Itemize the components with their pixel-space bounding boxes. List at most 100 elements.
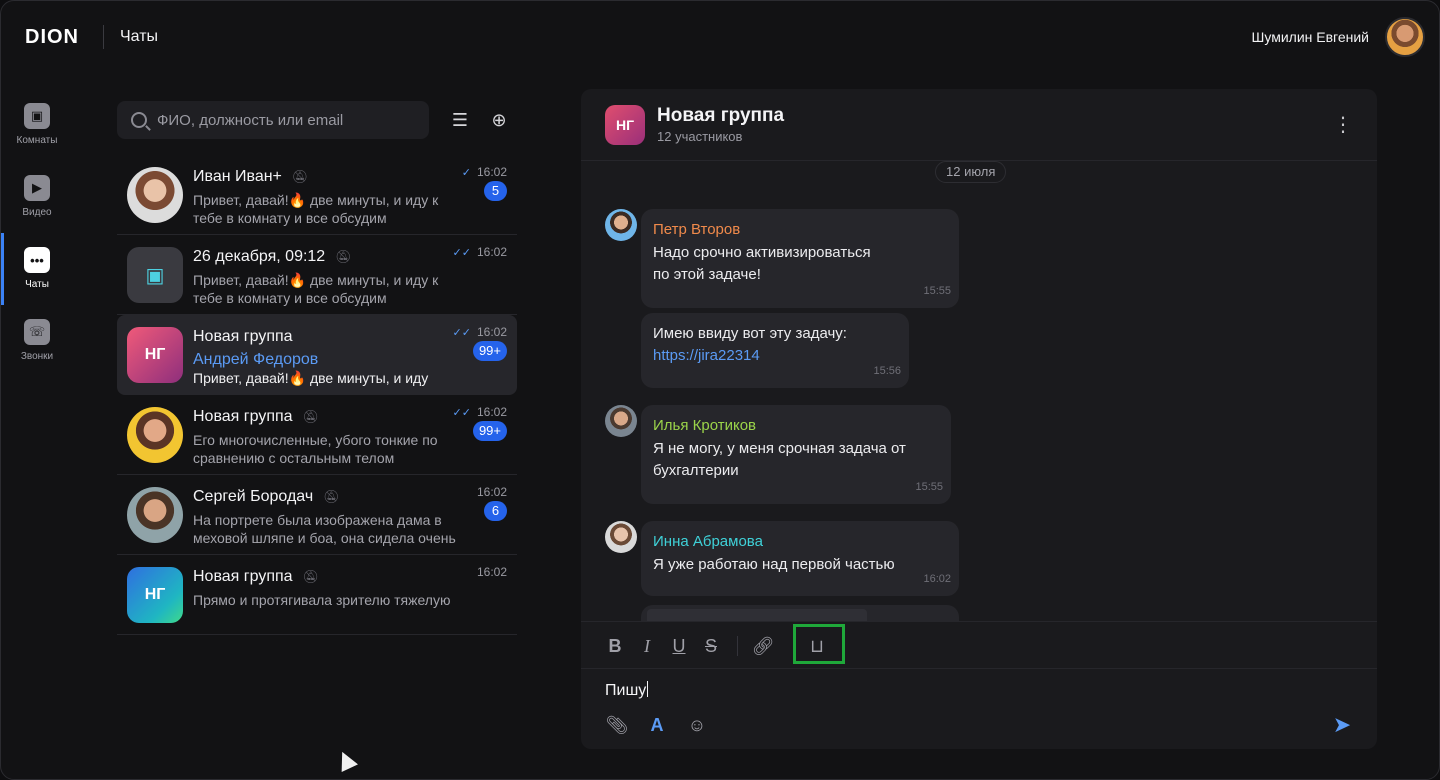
message-time: 15:55	[915, 481, 943, 493]
sliders-icon: ☰	[451, 110, 469, 130]
unread-badge: 99+	[472, 341, 507, 361]
members-count[interactable]: 12 участников	[657, 129, 742, 144]
message-text: Имею ввиду вот эту задачу:	[653, 325, 847, 342]
bold-icon: B	[608, 636, 622, 656]
message-sender[interactable]: Инна Абрамова	[653, 531, 947, 553]
mouse-cursor-icon	[334, 748, 358, 772]
message-bubble[interactable]: Петр Второв Надо срочно активизироваться…	[641, 209, 959, 308]
chat-list: Иван Иван+ 🔕︎ Привет, давай!🔥 две минуты,…	[117, 155, 517, 772]
conversation-panel: НГ Новая группа 12 участников ⋮ 12 июля …	[581, 89, 1377, 749]
search-input[interactable]	[157, 111, 407, 129]
search-icon	[131, 112, 147, 128]
unread-badge: 5	[484, 181, 507, 201]
nav-label: Комнаты	[16, 135, 58, 146]
page-title: Чаты	[120, 28, 159, 45]
user-name[interactable]: Шумилин Евгений	[1252, 29, 1369, 45]
message-time: 16:02	[923, 573, 951, 585]
last-message: Привет, давай!🔥 две минуты, и иду	[193, 370, 429, 386]
chat-preview: На портрете была изображена дама в мехов…	[193, 512, 456, 546]
divider	[737, 636, 738, 656]
message-bubble[interactable]: Имею ввиду вот эту задачу: https://jira2…	[641, 313, 909, 388]
italic-icon: I	[644, 636, 650, 656]
italic-button[interactable]: I	[635, 634, 659, 658]
chat-name: Новая группа	[193, 328, 293, 345]
kebab-menu-icon: ⋮	[1333, 114, 1353, 136]
chat-name: 26 декабря, 09:12 🔕︎	[193, 248, 352, 265]
text-format-button[interactable]: A	[645, 713, 669, 737]
chat-preview: Привет, давай!🔥 две минуты, и иду к тебе…	[193, 192, 439, 226]
bold-button[interactable]: B	[603, 634, 627, 658]
chat-list-item[interactable]: Иван Иван+ 🔕︎ Привет, давай!🔥 две минуты,…	[117, 155, 517, 235]
avatar[interactable]	[605, 405, 637, 437]
calls-icon: ☏	[24, 319, 50, 345]
chat-preview: Прямо и протягивала зрителю тяжелую	[193, 592, 451, 608]
chat-list-item[interactable]: Сергей Бородач 🔕︎ На портрете была изобра…	[117, 475, 517, 555]
emoji-button[interactable]: ☺	[685, 713, 709, 737]
video-icon: ▶	[24, 175, 50, 201]
search-box[interactable]	[117, 101, 429, 139]
more-options-button[interactable]: ⋮	[1331, 113, 1355, 137]
chat-preview: Андрей Федоров Привет, давай!🔥 две минут…	[193, 351, 458, 387]
message-bubble[interactable]: Инна Абрамова Я уже работаю над первой ч…	[641, 521, 959, 596]
smiley-icon: ☺	[687, 715, 707, 735]
rooms-icon: ▣	[24, 103, 50, 129]
message-bubble[interactable]: Илья Кротиков Я не могу, у меня срочная …	[641, 405, 951, 504]
chat-name: Новая группа 🔕︎	[193, 568, 320, 585]
message-input[interactable]: Пишу	[605, 681, 649, 700]
divider	[103, 25, 104, 49]
send-button[interactable]: ➤	[1329, 713, 1355, 737]
chat-preview: Его многочисленные, убого тонкие по срав…	[193, 432, 438, 466]
nav-rail: ▣ Комнаты ▶ Видео ••• Чаты ☏ Звонки	[1, 89, 73, 377]
avatar[interactable]	[605, 209, 637, 241]
message-link[interactable]: https://jira22314	[653, 347, 760, 364]
group-avatar[interactable]: НГ	[605, 105, 645, 145]
chat-list-item[interactable]: Новая группа 🔕︎ Его многочисленные, убого…	[117, 395, 517, 475]
chat-list-item[interactable]: НГ Новая группа 🔕︎ Прямо и протягивала зр…	[117, 555, 517, 635]
highlight-box	[793, 624, 845, 664]
nav-item-video[interactable]: ▶ Видео	[1, 161, 73, 233]
underline-button[interactable]: U	[667, 634, 691, 658]
link-button[interactable]: 🔗︎	[751, 634, 775, 658]
filter-button[interactable]: ☰	[447, 107, 473, 133]
nav-item-chats[interactable]: ••• Чаты	[1, 233, 73, 305]
app-window: DION Чаты Шумилин Евгений ▣ Комнаты ▶ Ви…	[0, 0, 1440, 780]
chat-preview: Привет, давай!🔥 две минуты, и иду к тебе…	[193, 272, 439, 306]
bell-off-icon: 🔕︎	[302, 569, 320, 584]
nav-item-rooms[interactable]: ▣ Комнаты	[1, 89, 73, 161]
read-check-icon: ✓✓	[452, 247, 471, 259]
message-time: 15:55	[923, 285, 951, 297]
send-icon: ➤	[1332, 712, 1352, 737]
bell-off-icon: 🔕︎	[302, 409, 320, 424]
strikethrough-button[interactable]: S	[699, 634, 723, 658]
avatar	[127, 407, 183, 463]
date-separator: 12 июля	[935, 161, 1007, 183]
avatar[interactable]	[605, 521, 637, 553]
unread-badge: 6	[484, 501, 507, 521]
unread-badge: 99+	[472, 421, 507, 441]
avatar: НГ	[127, 567, 183, 623]
chat-list-item-selected[interactable]: НГ Новая группа Андрей Федоров Привет, д…	[117, 315, 517, 395]
attach-button[interactable]: 📎︎	[605, 713, 629, 737]
chat-name: Иван Иван+ 🔕︎	[193, 168, 309, 185]
text-caret	[647, 681, 649, 697]
app-logo[interactable]: DION	[25, 26, 79, 49]
conversation-title[interactable]: Новая группа	[657, 105, 784, 127]
add-user-icon: ⊕	[491, 110, 507, 130]
message-sender[interactable]: Илья Кротиков	[653, 415, 939, 437]
nav-item-calls[interactable]: ☏ Звонки	[1, 305, 73, 377]
chat-time: ✓ 16:02	[461, 165, 507, 179]
add-contact-button[interactable]: ⊕	[485, 107, 513, 133]
user-avatar[interactable]	[1385, 17, 1425, 57]
last-author: Андрей Федоров	[193, 351, 319, 368]
bell-off-icon: 🔕︎	[335, 249, 352, 264]
chat-list-item[interactable]: ▣ 26 декабря, 09:12 🔕︎ Привет, давай!🔥 дв…	[117, 235, 517, 315]
chat-time: ✓✓ 16:02	[452, 405, 507, 419]
avatar	[127, 167, 183, 223]
message-text: бухгалтерии	[653, 462, 739, 479]
read-check-icon: ✓	[461, 167, 471, 179]
chat-name: Сергей Бородач 🔕︎	[193, 488, 340, 505]
text-format-icon: A	[650, 715, 664, 735]
nav-label: Звонки	[20, 351, 54, 362]
chat-time: ✓✓ 16:02	[452, 325, 507, 339]
message-sender[interactable]: Петр Второв	[653, 219, 947, 241]
